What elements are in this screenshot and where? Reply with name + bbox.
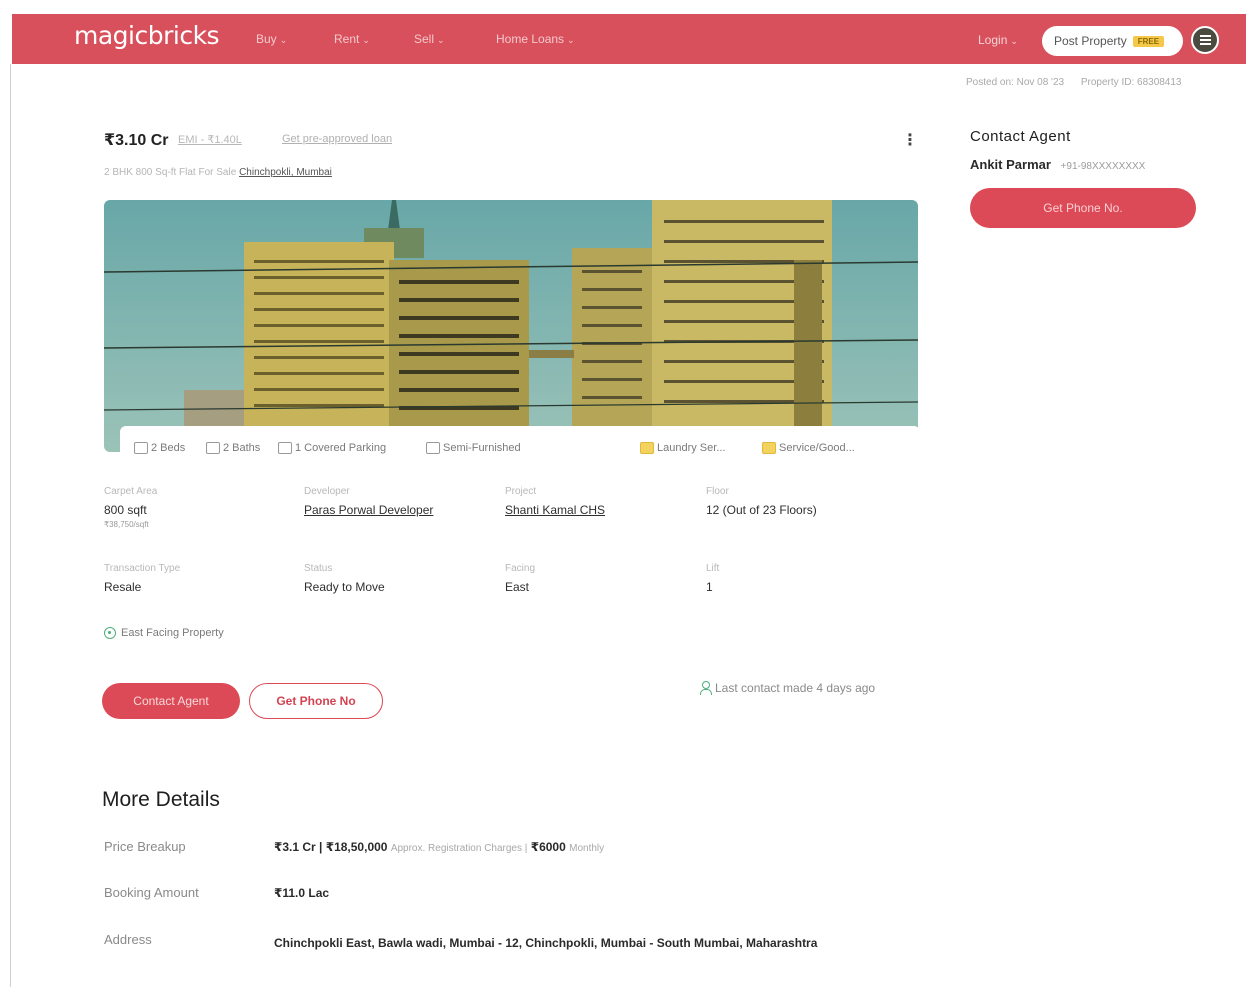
price-breakup-label: Price Breakup <box>104 839 186 854</box>
agent-info: Ankit Parmar +91-98XXXXXXXX <box>970 157 1145 172</box>
furnishing-icon <box>426 442 440 454</box>
listing-subtitle: 2 BHK 800 Sq-ft Flat For Sale Chinchpokl… <box>104 167 332 178</box>
chevron-down-icon: ⌄ <box>437 35 445 45</box>
nav-rent[interactable]: Rent ⌄ <box>334 32 370 46</box>
feature-parking: 1 Covered Parking <box>278 442 386 454</box>
address-value: Chinchpokli East, Bawla wadi, Mumbai - 1… <box>274 936 818 950</box>
address-label: Address <box>104 932 152 947</box>
parking-icon <box>278 442 292 454</box>
developer-link[interactable]: Paras Porwal Developer <box>304 503 433 517</box>
feature-furnishing: Semi-Furnished <box>426 442 521 454</box>
contact-agent-heading: Contact Agent <box>970 128 1071 145</box>
free-badge: FREE <box>1132 35 1165 47</box>
feature-baths: 2 Baths <box>206 442 260 454</box>
spec-project: Project Shanti Kamal CHS <box>505 486 606 517</box>
east-facing-tag: East Facing Property <box>104 627 224 639</box>
chevron-down-icon: ⌄ <box>1010 36 1018 46</box>
bed-icon <box>134 442 148 454</box>
login-menu[interactable]: Login ⌄ <box>978 33 1018 47</box>
property-photo[interactable] <box>104 200 918 452</box>
sidebar-get-phone-button[interactable]: Get Phone No. <box>970 188 1196 228</box>
magicbricks-logo[interactable]: magicbricks <box>74 21 220 50</box>
page-left-border <box>10 64 11 987</box>
feature-beds: 2 Beds <box>134 442 185 454</box>
property-id: Property ID: 68308413 <box>1080 77 1182 88</box>
chevron-down-icon: ⌄ <box>567 35 575 45</box>
spec-floor: Floor 12 (Out of 23 Floors) <box>706 486 817 517</box>
laundry-icon <box>640 442 654 454</box>
feature-service: Service/Good... <box>762 442 855 454</box>
spec-transaction-type: Transaction Type Resale <box>104 563 181 594</box>
agent-phone: +91-98XXXXXXXX <box>1060 161 1146 172</box>
nav-buy[interactable]: Buy ⌄ <box>256 32 287 46</box>
location-link[interactable]: Chinchpokli, Mumbai <box>239 167 332 178</box>
get-phone-button[interactable]: Get Phone No <box>249 683 383 719</box>
compass-icon <box>104 627 116 639</box>
user-icon <box>700 681 712 695</box>
posted-meta: Posted on: Nov 08 '23 Property ID: 68308… <box>966 77 1182 88</box>
project-link[interactable]: Shanti Kamal CHS <box>505 503 605 517</box>
hamburger-menu-icon[interactable] <box>1191 26 1219 54</box>
booking-amount-label: Booking Amount <box>104 885 199 900</box>
spec-carpet-area: Carpet Area 800 sqft ₹38,750/sqft <box>104 486 158 529</box>
features-strip: 2 Beds 2 Baths 1 Covered Parking Semi-Fu… <box>120 426 920 468</box>
spec-facing: Facing East <box>505 563 536 594</box>
pre-approved-loan-link[interactable]: Get pre-approved loan <box>282 133 392 145</box>
building-image <box>104 200 918 452</box>
agent-name: Ankit Parmar <box>970 157 1051 172</box>
chevron-down-icon: ⌄ <box>362 35 370 45</box>
spec-developer: Developer Paras Porwal Developer <box>304 486 434 517</box>
price-breakup-value: ₹3.1 Cr | ₹18,50,000 Approx. Registratio… <box>274 840 605 854</box>
chevron-down-icon: ⌄ <box>279 35 288 45</box>
spec-lift: Lift 1 <box>706 563 720 594</box>
booking-amount-value: ₹11.0 Lac <box>274 886 330 900</box>
emi-link[interactable]: EMI - ₹1.40L <box>178 133 242 146</box>
service-icon <box>762 442 776 454</box>
top-nav-bar: magicbricks Buy ⌄ Rent ⌄ Sell ⌄ Home Loans ⌄… <box>12 14 1246 64</box>
post-property-button[interactable]: Post Property FREE <box>1042 26 1183 56</box>
listing-price: ₹3.10 Cr <box>104 132 169 149</box>
spec-status: Status Ready to Move <box>304 563 385 594</box>
nav-home-loans[interactable]: Home Loans ⌄ <box>496 32 575 46</box>
feature-laundry: Laundry Ser... <box>640 442 726 454</box>
last-contact-info: Last contact made 4 days ago <box>700 681 875 695</box>
posted-on: Posted on: Nov 08 '23 <box>966 77 1065 88</box>
nav-sell[interactable]: Sell ⌄ <box>414 32 445 46</box>
more-options-icon[interactable]: ⋮ <box>902 130 918 150</box>
bath-icon <box>206 442 220 454</box>
contact-agent-button[interactable]: Contact Agent <box>102 683 240 719</box>
more-details-heading: More Details <box>102 788 220 811</box>
